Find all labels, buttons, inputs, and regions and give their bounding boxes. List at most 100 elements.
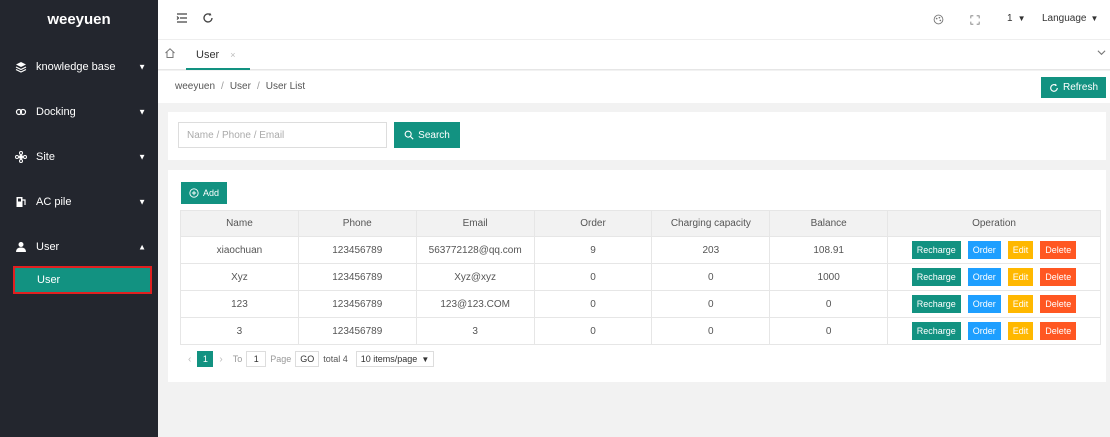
tab-user[interactable]: User × (186, 40, 250, 70)
add-button[interactable]: Add (181, 182, 228, 204)
page-size-label: 10 items/page (360, 354, 418, 364)
search-panel: Search (168, 112, 1106, 160)
chevron-left-icon[interactable]: ‹ (188, 354, 191, 365)
cell-name: xiaochuan (180, 236, 299, 264)
reload-icon[interactable] (202, 12, 214, 27)
home-icon[interactable] (164, 47, 176, 62)
user-table: Name Phone Email Order Charging capacity… (180, 210, 1101, 345)
recharge-button[interactable]: Recharge (911, 295, 961, 313)
cell-balance: 0 (769, 317, 889, 345)
tab-bar: User × (158, 40, 1110, 70)
table-row: 3 123456789 3 0 0 0 Recharge Order Edit … (180, 317, 1101, 345)
cell-email: 563772128@qq.com (415, 236, 535, 264)
tab-label: User (196, 49, 220, 61)
layers-icon (14, 60, 28, 74)
search-input[interactable] (178, 122, 387, 148)
delete-button[interactable]: Delete (1040, 241, 1077, 259)
table-header-row: Name Phone Email Order Charging capacity… (180, 210, 1101, 237)
cell-email: 123@123.COM (415, 290, 535, 318)
recharge-button[interactable]: Recharge (911, 322, 961, 340)
column-header-name: Name (180, 210, 299, 237)
cell-charging-capacity: 203 (651, 236, 771, 264)
table-row: 123 123456789 123@123.COM 0 0 0 Recharge… (180, 290, 1101, 318)
sidebar-item-label: knowledge base (36, 61, 116, 73)
cell-balance: 1000 (769, 263, 889, 291)
edit-button[interactable]: Edit (1007, 322, 1034, 340)
edit-button[interactable]: Edit (1007, 295, 1034, 313)
theme-icon[interactable] (933, 13, 944, 28)
cell-charging-capacity: 0 (651, 290, 771, 318)
breadcrumb-item: User List (265, 81, 306, 92)
sidebar-item-knowledge-base[interactable]: knowledge base ▼ (0, 50, 158, 84)
column-header-order: Order (533, 210, 653, 237)
language-menu[interactable]: Language ▼ (1042, 13, 1098, 24)
cell-name: 3 (180, 317, 299, 345)
sidebar-item-ac-pile[interactable]: AC pile ▼ (0, 185, 158, 219)
delete-button[interactable]: Delete (1040, 322, 1077, 340)
recharge-button[interactable]: Recharge (911, 241, 961, 259)
sidebar-item-label: Docking (36, 106, 76, 118)
order-button[interactable]: Order (967, 268, 1001, 286)
pager-to-label: To (232, 354, 243, 364)
search-label: Search (418, 129, 450, 141)
search-icon (404, 130, 414, 140)
table-row: Xyz 123456789 Xyz@xyz 0 0 1000 Recharge … (180, 263, 1101, 291)
cell-operation: Recharge Order Edit Delete (887, 290, 1101, 318)
cell-order: 0 (533, 263, 653, 291)
sidebar: weeyuen knowledge base ▼ Docking ▼ Site … (0, 0, 158, 437)
language-label: Language (1042, 13, 1087, 24)
edit-button[interactable]: Edit (1007, 241, 1034, 259)
user-icon (14, 240, 28, 254)
ac-pile-icon (14, 195, 28, 209)
go-button[interactable]: GO (295, 351, 320, 367)
sidebar-item-label: User (36, 241, 60, 253)
page-jump-input[interactable]: 1 (246, 351, 267, 367)
delete-button[interactable]: Delete (1040, 268, 1077, 286)
column-header-charging-capacity: Charging capacity (651, 210, 771, 237)
pager-total: total 4 (323, 354, 348, 364)
caret-down-icon: ▼ (1090, 14, 1099, 23)
column-header-phone: Phone (297, 210, 417, 237)
cell-order: 0 (533, 317, 653, 345)
chevron-down-icon[interactable] (1097, 48, 1106, 60)
breadcrumb-item[interactable]: weeyuen (175, 81, 215, 92)
recharge-button[interactable]: Recharge (911, 268, 961, 286)
cell-charging-capacity: 0 (651, 263, 771, 291)
order-button[interactable]: Order (967, 241, 1001, 259)
cell-order: 9 (533, 236, 653, 264)
refresh-label: Refresh (1062, 82, 1098, 93)
chevron-down-icon: ▼ (421, 354, 430, 364)
user-menu-label: 1 (1007, 13, 1013, 24)
cell-name: Xyz (180, 263, 299, 291)
cell-phone: 123456789 (297, 236, 417, 264)
sidebar-subitem-user[interactable]: User (13, 266, 152, 294)
cell-balance: 108.91 (769, 236, 889, 264)
caret-up-icon: ▲ (138, 242, 146, 252)
column-header-operation: Operation (887, 210, 1101, 237)
cell-balance: 0 (769, 290, 889, 318)
user-table-panel: Add Name Phone Email Order Charging capa… (168, 170, 1106, 382)
user-menu[interactable]: 1 ▼ (1007, 13, 1025, 24)
sidebar-item-user[interactable]: User ▲ (0, 230, 158, 264)
fullscreen-icon[interactable] (970, 13, 980, 28)
order-button[interactable]: Order (967, 295, 1001, 313)
sidebar-item-label: Site (36, 151, 55, 163)
page-current[interactable]: 1 (197, 351, 214, 367)
breadcrumb: weeyuen / User / User List (175, 81, 306, 92)
search-button[interactable]: Search (394, 122, 460, 148)
caret-down-icon: ▼ (138, 62, 146, 72)
cell-email: 3 (415, 317, 535, 345)
breadcrumb-item[interactable]: User (230, 81, 251, 92)
sidebar-item-site[interactable]: Site ▼ (0, 140, 158, 174)
edit-button[interactable]: Edit (1007, 268, 1034, 286)
refresh-button[interactable]: Refresh (1040, 77, 1106, 98)
column-header-balance: Balance (769, 210, 889, 237)
docking-icon (14, 105, 28, 119)
close-icon[interactable]: × (230, 50, 235, 60)
menu-toggle-icon[interactable] (176, 12, 188, 27)
chevron-right-icon[interactable]: › (219, 354, 222, 365)
order-button[interactable]: Order (967, 322, 1001, 340)
page-size-select[interactable]: 10 items/page ▼ (355, 351, 435, 367)
sidebar-item-docking[interactable]: Docking ▼ (0, 95, 158, 129)
delete-button[interactable]: Delete (1040, 295, 1077, 313)
